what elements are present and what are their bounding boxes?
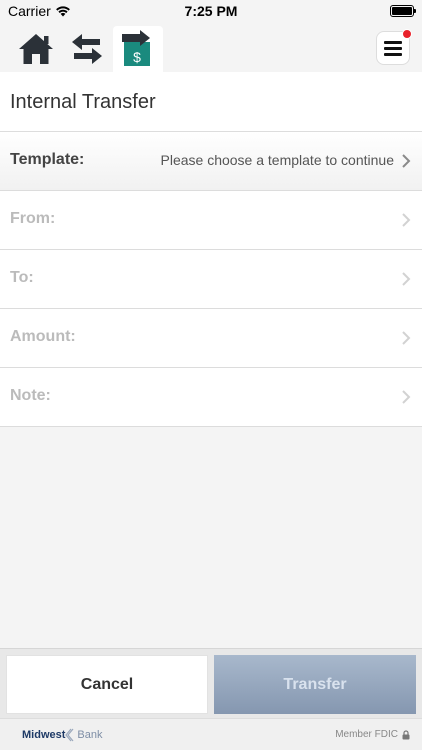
amount-label: Amount:	[10, 328, 76, 345]
battery-icon	[390, 5, 416, 17]
nav-transfers[interactable]	[63, 26, 111, 72]
svg-text:$: $	[133, 49, 141, 65]
chevron-right-icon	[402, 213, 411, 227]
to-row[interactable]: To:	[0, 250, 422, 309]
transfer-dollar-icon: $	[122, 30, 150, 66]
menu-button[interactable]	[376, 29, 412, 65]
chevron-right-icon	[402, 272, 411, 286]
from-row[interactable]: From:	[0, 191, 422, 250]
template-label: Template:	[10, 151, 85, 168]
status-time: 7:25 PM	[184, 3, 238, 19]
from-label: From:	[10, 210, 56, 227]
to-label: To:	[10, 269, 34, 286]
fdic-label: Member FDIC	[335, 729, 398, 740]
hamburger-menu-icon	[384, 41, 402, 56]
chevron-right-icon	[402, 154, 411, 168]
notification-badge	[402, 29, 412, 39]
chevron-right-icon	[402, 390, 411, 404]
transfer-button[interactable]: Transfer	[214, 655, 416, 714]
template-row[interactable]: Template: Please choose a template to co…	[0, 132, 422, 191]
status-bar: Carrier 7:25 PM	[0, 0, 422, 22]
amount-row[interactable]: Amount:	[0, 309, 422, 368]
logo-chevron-icon	[65, 728, 74, 742]
bank-footer: Midwest Bank Member FDIC	[0, 718, 422, 750]
logo-bank: Bank	[77, 729, 103, 741]
template-value: Please choose a template to continue	[160, 152, 395, 168]
battery-tip	[414, 9, 416, 13]
fdic-notice: Member FDIC	[335, 729, 410, 740]
note-row[interactable]: Note:	[0, 368, 422, 427]
action-bar: Cancel Transfer	[0, 648, 422, 718]
nav-home[interactable]	[12, 26, 60, 72]
page-header: Internal Transfer	[0, 72, 422, 132]
page-title: Internal Transfer	[10, 91, 156, 113]
battery-level	[392, 7, 412, 15]
logo-midwest: Midwest	[22, 729, 66, 741]
lock-icon	[402, 729, 410, 739]
home-icon	[19, 34, 53, 64]
note-label: Note:	[10, 387, 51, 404]
top-nav: $	[0, 22, 422, 72]
chevron-right-icon	[402, 331, 411, 345]
swap-arrows-icon	[72, 34, 102, 64]
bank-logo: Midwest Bank	[22, 728, 102, 742]
nav-internal-transfer[interactable]: $	[113, 26, 163, 72]
transfer-form: Template: Please choose a template to co…	[0, 132, 422, 427]
cancel-button[interactable]: Cancel	[6, 655, 208, 714]
